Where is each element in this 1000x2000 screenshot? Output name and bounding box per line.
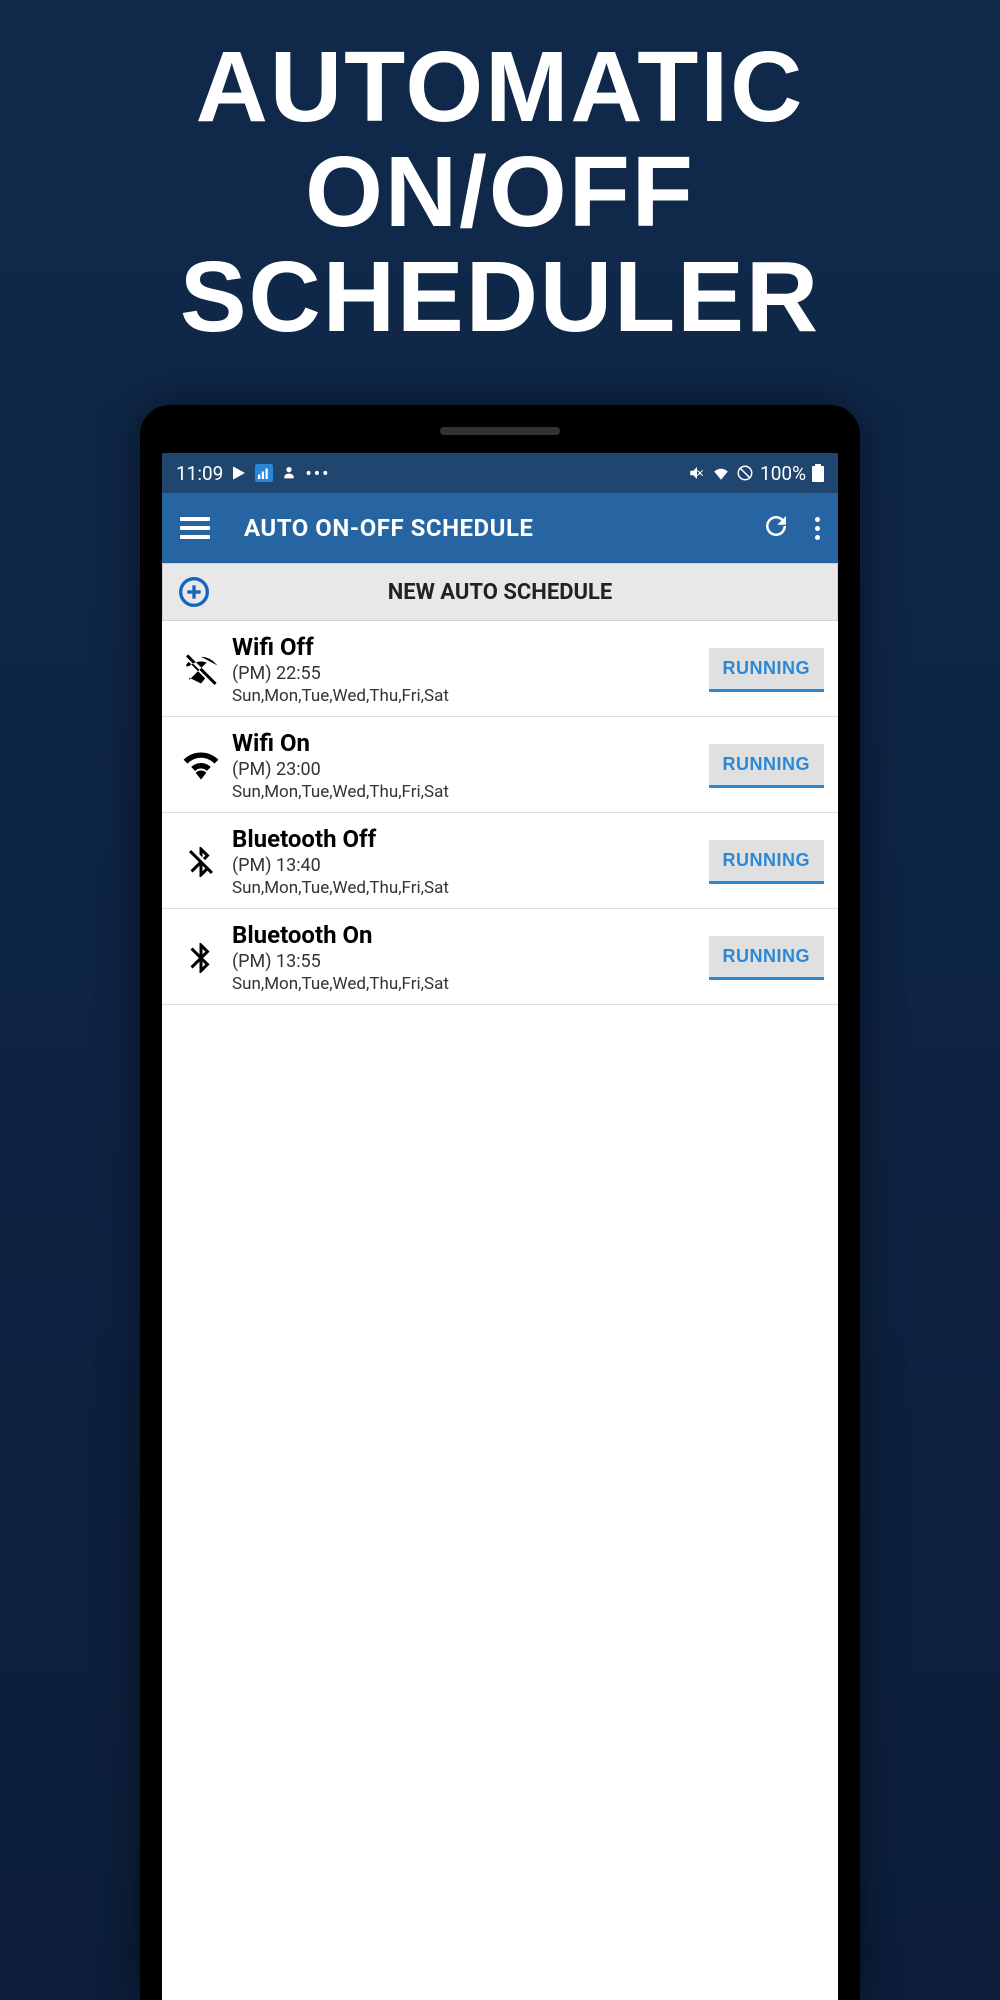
- phone-frame: 11:09 •••: [140, 405, 860, 2000]
- list-item[interactable]: Bluetooth Off (PM) 13:40 Sun,Mon,Tue,Wed…: [162, 813, 838, 909]
- schedule-days: Sun,Mon,Tue,Wed,Thu,Fri,Sat: [232, 974, 709, 994]
- status-bar-left: 11:09 •••: [176, 462, 331, 485]
- schedule-days: Sun,Mon,Tue,Wed,Thu,Fri,Sat: [232, 878, 709, 898]
- schedule-title: Wifi On: [232, 729, 709, 757]
- wifi-on-icon: [176, 748, 226, 784]
- app-bar: AUTO ON-OFF SCHEDULE: [162, 493, 838, 563]
- schedule-list: Wifi Off (PM) 22:55 Sun,Mon,Tue,Wed,Thu,…: [162, 621, 838, 1005]
- wifi-off-icon: [176, 652, 226, 688]
- hero-line-2: ON/OFF: [180, 140, 820, 245]
- status-bar-right: 100%: [688, 462, 824, 485]
- status-time: 11:09: [176, 462, 223, 485]
- play-store-icon: [231, 465, 247, 481]
- bluetooth-on-icon: [176, 940, 226, 976]
- hero-line-3: SCHEDULER: [180, 245, 820, 350]
- no-signal-icon: [736, 464, 754, 482]
- schedule-title: Bluetooth On: [232, 921, 709, 949]
- schedule-title: Bluetooth Off: [232, 825, 709, 853]
- app-title: AUTO ON-OFF SCHEDULE: [244, 514, 761, 542]
- status-bar: 11:09 •••: [162, 453, 838, 493]
- mute-icon: [688, 464, 706, 482]
- list-item[interactable]: Bluetooth On (PM) 13:55 Sun,Mon,Tue,Wed,…: [162, 909, 838, 1005]
- new-schedule-button[interactable]: NEW AUTO SCHEDULE: [162, 563, 838, 621]
- chart-icon: [255, 464, 273, 482]
- list-item[interactable]: Wifi On (PM) 23:00 Sun,Mon,Tue,Wed,Thu,F…: [162, 717, 838, 813]
- schedule-time: (PM) 13:40: [232, 855, 709, 876]
- schedule-days: Sun,Mon,Tue,Wed,Thu,Fri,Sat: [232, 686, 709, 706]
- list-item[interactable]: Wifi Off (PM) 22:55 Sun,Mon,Tue,Wed,Thu,…: [162, 621, 838, 717]
- list-item-body: Bluetooth Off (PM) 13:40 Sun,Mon,Tue,Wed…: [226, 825, 709, 898]
- add-icon: [163, 576, 225, 608]
- schedule-days: Sun,Mon,Tue,Wed,Thu,Fri,Sat: [232, 782, 709, 802]
- battery-icon: [812, 464, 824, 482]
- refresh-button[interactable]: [761, 511, 791, 545]
- list-item-body: Bluetooth On (PM) 13:55 Sun,Mon,Tue,Wed,…: [226, 921, 709, 994]
- list-item-body: Wifi Off (PM) 22:55 Sun,Mon,Tue,Wed,Thu,…: [226, 633, 709, 706]
- status-button[interactable]: RUNNING: [709, 744, 825, 788]
- schedule-time: (PM) 22:55: [232, 663, 709, 684]
- bluetooth-off-icon: [176, 844, 226, 880]
- list-item-body: Wifi On (PM) 23:00 Sun,Mon,Tue,Wed,Thu,F…: [226, 729, 709, 802]
- battery-percent: 100%: [760, 462, 806, 485]
- schedule-time: (PM) 23:00: [232, 759, 709, 780]
- more-notifications-icon: •••: [305, 462, 330, 485]
- status-button[interactable]: RUNNING: [709, 936, 825, 980]
- status-button[interactable]: RUNNING: [709, 648, 825, 692]
- schedule-title: Wifi Off: [232, 633, 709, 661]
- app-icon: [281, 465, 297, 481]
- more-button[interactable]: [815, 517, 820, 540]
- phone-speaker: [440, 427, 560, 435]
- menu-button[interactable]: [180, 517, 210, 539]
- hero-title: AUTOMATIC ON/OFF SCHEDULER: [180, 35, 820, 350]
- new-schedule-label: NEW AUTO SCHEDULE: [225, 580, 837, 605]
- status-button[interactable]: RUNNING: [709, 840, 825, 884]
- schedule-time: (PM) 13:55: [232, 951, 709, 972]
- wifi-icon: [712, 464, 730, 482]
- phone-screen: 11:09 •••: [162, 453, 838, 2000]
- hero-line-1: AUTOMATIC: [180, 35, 820, 140]
